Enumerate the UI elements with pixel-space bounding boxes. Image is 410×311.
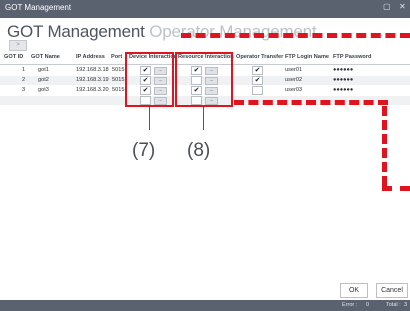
col-header-port: Port [111, 54, 123, 60]
error-count-value: 0 [366, 302, 370, 308]
cell-ftp-login: user01 [285, 67, 303, 73]
window-title: GOT Management [5, 3, 72, 12]
annotation-dash-line-bottom [382, 186, 410, 191]
cell-ftp-login: user03 [285, 87, 303, 93]
cell-got-name: got2 [38, 77, 49, 83]
cell-ip-address: 192.168.3.19 [76, 77, 109, 83]
cell-port: 5015 [112, 67, 125, 73]
cell-ftp-password: ●●●●●● [333, 77, 354, 83]
annotation-dash-line-vertical [382, 106, 387, 186]
navigate-button[interactable]: > [9, 40, 27, 51]
cell-ftp-login: user02 [285, 77, 303, 83]
col-header-ip-address: IP Address [76, 54, 105, 60]
col-header-got-id: GOT ID [4, 54, 24, 60]
page-heading: GOT Management Operator Management [7, 22, 317, 42]
callout-label-8: (8) [187, 140, 211, 161]
operator-transfer-checkbox[interactable]: ✔ [252, 76, 263, 85]
close-icon[interactable]: ✕ [399, 2, 406, 11]
col-header-ftp-password: FTP Password [333, 54, 372, 60]
title-bar: GOT Management ▢ ✕ [0, 0, 410, 18]
cancel-button[interactable]: Cancel [376, 283, 408, 298]
total-count-value: 3 [404, 302, 408, 308]
col-header-operator-transfer: Operator Transfer [236, 54, 284, 60]
annotation-dash-line-mid [234, 100, 388, 105]
status-bar: Error : 0 Total : 3 [0, 300, 410, 311]
callout-leader-8 [203, 107, 204, 130]
tab-got-management[interactable]: GOT Management [7, 22, 145, 41]
cell-ftp-password: ●●●●●● [333, 67, 354, 73]
callout-leader-7 [149, 107, 150, 130]
annotation-dash-line-top [181, 33, 410, 38]
error-count-label: Error : [342, 302, 358, 308]
maximize-icon[interactable]: ▢ [383, 2, 391, 11]
annotation-box-device-interaction [125, 52, 174, 107]
cell-got-id: 2 [22, 77, 26, 83]
cell-got-id: 3 [22, 87, 26, 93]
cell-got-name: got3 [38, 87, 49, 93]
col-header-ftp-login-name: FTP Login Name [285, 54, 330, 60]
operator-transfer-checkbox[interactable] [252, 86, 263, 95]
operator-transfer-checkbox[interactable]: ✔ [252, 66, 263, 75]
annotation-box-resource-interaction [175, 52, 233, 107]
cell-ip-address: 192.168.3.20 [76, 87, 109, 93]
cell-port: 5015 [112, 87, 125, 93]
cell-ip-address: 192.168.3.18 [76, 67, 109, 73]
ok-button[interactable]: OK [340, 283, 368, 298]
total-count-label: Total : [386, 302, 401, 308]
cell-got-id: 1 [22, 67, 26, 73]
col-header-got-name: GOT Name [31, 54, 60, 60]
tab-operator-management[interactable]: Operator Management [149, 22, 316, 41]
callout-label-7: (7) [132, 140, 156, 161]
cell-ftp-password: ●●●●●● [333, 87, 354, 93]
cell-got-name: got1 [38, 67, 49, 73]
cell-port: 5015 [112, 77, 125, 83]
